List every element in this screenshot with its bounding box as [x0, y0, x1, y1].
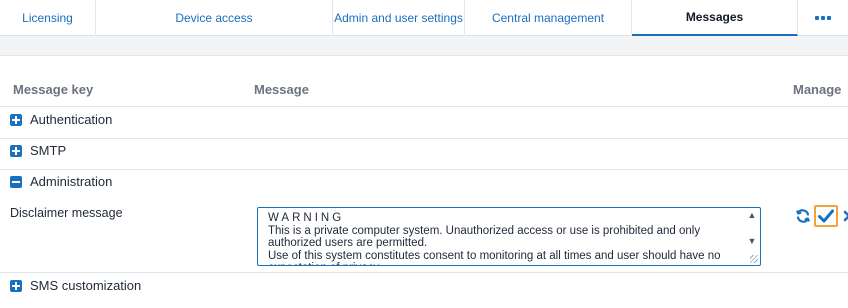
group-label: SMS customization	[30, 278, 142, 293]
disclaimer-body: This is a private computer system. Unaut…	[268, 224, 721, 266]
textarea-content: WARNING This is a private computer syste…	[268, 212, 738, 266]
warning-heading: WARNING	[268, 212, 345, 224]
divider	[0, 138, 848, 139]
close-icon[interactable]	[840, 207, 848, 225]
reset-icon[interactable]	[794, 207, 812, 225]
tab-admin-user-settings[interactable]: Admin and user settings	[333, 0, 465, 36]
row-actions	[794, 205, 848, 227]
group-sms-customization[interactable]: SMS customization	[10, 278, 141, 293]
disclaimer-message-label: Disclaimer message	[10, 206, 123, 220]
collapse-icon[interactable]	[10, 175, 22, 188]
expand-icon[interactable]	[10, 113, 22, 126]
expand-icon[interactable]	[10, 279, 22, 292]
group-label: Authentication	[30, 112, 113, 127]
column-header-message-key: Message key	[13, 82, 94, 97]
more-tabs-button[interactable]	[798, 0, 848, 36]
subheader-band	[0, 36, 848, 56]
group-authentication[interactable]: Authentication	[10, 112, 112, 127]
group-administration[interactable]: Administration	[10, 174, 112, 189]
tab-central-management[interactable]: Central management	[465, 0, 632, 36]
group-label: SMTP	[30, 143, 67, 158]
resize-handle-icon[interactable]	[750, 255, 758, 263]
column-header-manage: Manage	[793, 82, 842, 97]
tab-licensing[interactable]: Licensing	[0, 0, 96, 36]
divider	[0, 106, 848, 107]
tab-device-access[interactable]: Device access	[96, 0, 333, 36]
checkmark-icon[interactable]	[814, 205, 838, 227]
disclaimer-message-textarea[interactable]: WARNING This is a private computer syste…	[257, 207, 761, 266]
expand-icon[interactable]	[10, 144, 22, 157]
divider	[0, 169, 848, 170]
group-label: Administration	[30, 174, 113, 189]
column-header-message: Message	[254, 82, 309, 97]
tab-messages[interactable]: Messages	[632, 0, 798, 36]
scroll-up-icon[interactable]: ▲	[747, 210, 757, 220]
group-smtp[interactable]: SMTP	[10, 143, 66, 158]
tab-bar: Licensing Device access Admin and user s…	[0, 0, 848, 36]
scroll-down-icon[interactable]: ▼	[747, 236, 757, 246]
more-dots-icon	[815, 16, 831, 20]
divider	[0, 272, 848, 273]
